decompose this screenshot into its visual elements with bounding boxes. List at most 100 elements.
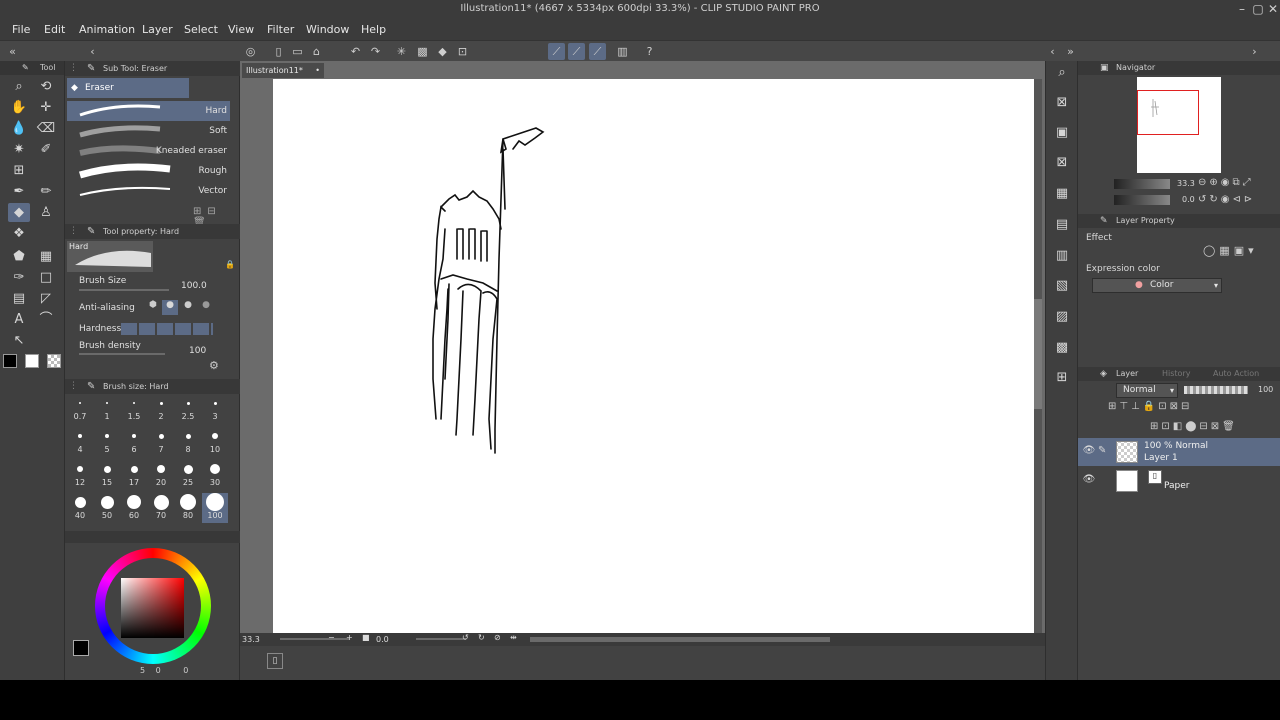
- blend-mode-dropdown[interactable]: Normal ▾: [1116, 383, 1178, 398]
- brush-item-kneaded-eraser[interactable]: Kneaded eraser: [67, 141, 230, 161]
- navigator-rotate-buttons[interactable]: ↺↻◉⊲⊳: [1198, 194, 1255, 205]
- balloon-icon[interactable]: ⌒: [35, 310, 57, 329]
- brush-size-value[interactable]: 100.0: [181, 281, 207, 291]
- brush-size-cell[interactable]: 2.5: [175, 394, 201, 424]
- opacity-value[interactable]: 100: [1258, 385, 1273, 394]
- menu-help[interactable]: Help: [361, 23, 386, 36]
- zoom-slider[interactable]: [280, 638, 350, 640]
- close-icon[interactable]: ✕: [1265, 2, 1280, 16]
- redo-icon[interactable]: ↷: [367, 43, 384, 60]
- navigator-preview[interactable]: [1137, 77, 1221, 173]
- brush-item-hard[interactable]: Hard: [67, 101, 230, 121]
- maximize-icon[interactable]: ▢: [1250, 2, 1266, 16]
- menu-animation[interactable]: Animation: [79, 23, 135, 36]
- rotate-reset-icon[interactable]: ⊘: [494, 633, 501, 642]
- tool-panel-tab[interactable]: ✎ Tool: [0, 61, 64, 75]
- eye-icon[interactable]: 👁: [1082, 445, 1096, 456]
- grip-icon[interactable]: ⋮: [69, 61, 78, 76]
- navigator-zoom-buttons[interactable]: ⊖⊕◉⧉⤢: [1198, 177, 1254, 188]
- menu-select[interactable]: Select: [184, 23, 218, 36]
- material-icon-10[interactable]: ⊞: [1052, 368, 1072, 388]
- blend-tool-icon[interactable]: ♙: [35, 203, 57, 222]
- pencil-tool-icon[interactable]: ✏: [35, 182, 57, 201]
- transparent-color-swatch[interactable]: [47, 354, 61, 368]
- tab-history[interactable]: History: [1162, 367, 1190, 381]
- flip-icon[interactable]: ⇹: [510, 633, 517, 642]
- snap-grid-icon[interactable]: ⟋: [589, 43, 606, 60]
- layer-action-buttons[interactable]: ⊞⊡◧⬤⊟⊠🗑: [1150, 421, 1238, 432]
- save-icon[interactable]: ⌂: [308, 43, 325, 60]
- brush-size-cell[interactable]: 60: [121, 493, 147, 523]
- menu-layer[interactable]: Layer: [142, 23, 173, 36]
- pen-tool-icon[interactable]: ✒: [8, 182, 30, 201]
- lasso-icon[interactable]: ⟲: [35, 77, 57, 96]
- eraser-group-tab[interactable]: ◆ Eraser: [67, 78, 189, 98]
- material-icon-9[interactable]: ▩: [1052, 338, 1072, 358]
- zoom-in-icon[interactable]: +: [346, 633, 353, 642]
- minimize-icon[interactable]: –: [1234, 2, 1250, 16]
- layer-row-layer-1[interactable]: 👁 ✎ 100 % Normal Layer 1: [1078, 438, 1280, 466]
- material-icon-6[interactable]: ▥: [1052, 246, 1072, 266]
- brush-size-cell[interactable]: 20: [148, 460, 174, 490]
- hand-icon[interactable]: ✋: [8, 98, 30, 117]
- menu-edit[interactable]: Edit: [44, 23, 65, 36]
- text-icon[interactable]: A: [8, 310, 30, 329]
- brush-size-cell[interactable]: 7: [148, 427, 174, 457]
- rotate-right-icon[interactable]: ↻: [478, 633, 485, 642]
- horizontal-scrollbar[interactable]: [530, 637, 830, 642]
- brush-size-cell[interactable]: 5: [94, 427, 120, 457]
- brush-size-cell[interactable]: 2: [148, 394, 174, 424]
- layer-lock-buttons[interactable]: ⊞⊤⊥🔒⊡⊠⊟: [1108, 401, 1192, 412]
- arrow-left-icon[interactable]: ‹: [84, 43, 101, 60]
- antialias-medium-icon[interactable]: ●: [180, 300, 196, 315]
- brush-size-cell[interactable]: 100: [202, 493, 228, 523]
- eraser-small-icon[interactable]: ⌫: [35, 119, 57, 138]
- grip-icon[interactable]: ⋮: [69, 224, 78, 239]
- color-saturation-square[interactable]: [121, 578, 184, 638]
- antialias-options[interactable]: ⬢ ● ● ●: [145, 300, 217, 315]
- material-icon-2[interactable]: ▣: [1052, 123, 1072, 143]
- rotate-left-icon[interactable]: ↺: [462, 633, 469, 642]
- navigator-view-rect[interactable]: [1137, 90, 1199, 135]
- expression-color-dropdown[interactable]: ● Color ▾: [1092, 278, 1222, 293]
- hardness-steps[interactable]: [121, 323, 213, 335]
- snap-special-ruler-icon[interactable]: ⟋: [568, 43, 585, 60]
- brush-size-cell[interactable]: 15: [94, 460, 120, 490]
- eraser-tool-icon[interactable]: ◆: [8, 203, 30, 222]
- timeline-toggle-icon[interactable]: ▯: [267, 653, 283, 669]
- brush-size-cell[interactable]: 1.5: [121, 394, 147, 424]
- material-icon-7[interactable]: ▧: [1052, 276, 1072, 296]
- settings-icon[interactable]: ▥: [614, 43, 631, 60]
- menu-file[interactable]: File: [12, 23, 30, 36]
- brush-size-cell[interactable]: 12: [67, 460, 93, 490]
- tab-layer[interactable]: Layer: [1116, 367, 1138, 381]
- search-icon[interactable]: ⌕: [1052, 63, 1072, 83]
- ruler-icon[interactable]: ◸: [35, 289, 57, 308]
- brush-density-value[interactable]: 100: [189, 346, 206, 356]
- navigator-zoom-slider[interactable]: [1114, 179, 1170, 189]
- navigator-zoom-value[interactable]: 33.3: [1177, 179, 1195, 188]
- gradient-icon[interactable]: ▦: [35, 247, 57, 266]
- clip-studio-icon[interactable]: ◎: [242, 43, 259, 60]
- ink-drop-icon[interactable]: 💧: [8, 119, 30, 138]
- expand-right-icon[interactable]: »: [1062, 43, 1079, 60]
- arrow-left-right-icon[interactable]: ‹: [1044, 43, 1061, 60]
- loading-icon[interactable]: ✳: [393, 43, 410, 60]
- collapse-left-icon[interactable]: «: [4, 43, 21, 60]
- antialias-strong-icon[interactable]: ●: [198, 300, 214, 315]
- color-panel-tabs[interactable]: [65, 531, 240, 543]
- brush-size-cell[interactable]: 25: [175, 460, 201, 490]
- eyedropper-icon[interactable]: ✐: [35, 140, 57, 159]
- brush-size-cell[interactable]: 1: [94, 394, 120, 424]
- current-color-swatch[interactable]: [73, 640, 89, 656]
- brush-item-vector[interactable]: Vector: [67, 181, 230, 201]
- material-icon-3[interactable]: ⊠: [1052, 153, 1072, 173]
- brush-size-cell[interactable]: 17: [121, 460, 147, 490]
- navigator-angle-value[interactable]: 0.0: [1182, 195, 1195, 204]
- material-icon-4[interactable]: ▦: [1052, 184, 1072, 204]
- correct-line-icon[interactable]: ↖: [8, 331, 30, 350]
- brush-size-cell[interactable]: 50: [94, 493, 120, 523]
- grip-icon[interactable]: ⋮: [69, 379, 78, 394]
- main-color-swatch[interactable]: [3, 354, 17, 368]
- eye-icon[interactable]: 👁: [1082, 474, 1096, 485]
